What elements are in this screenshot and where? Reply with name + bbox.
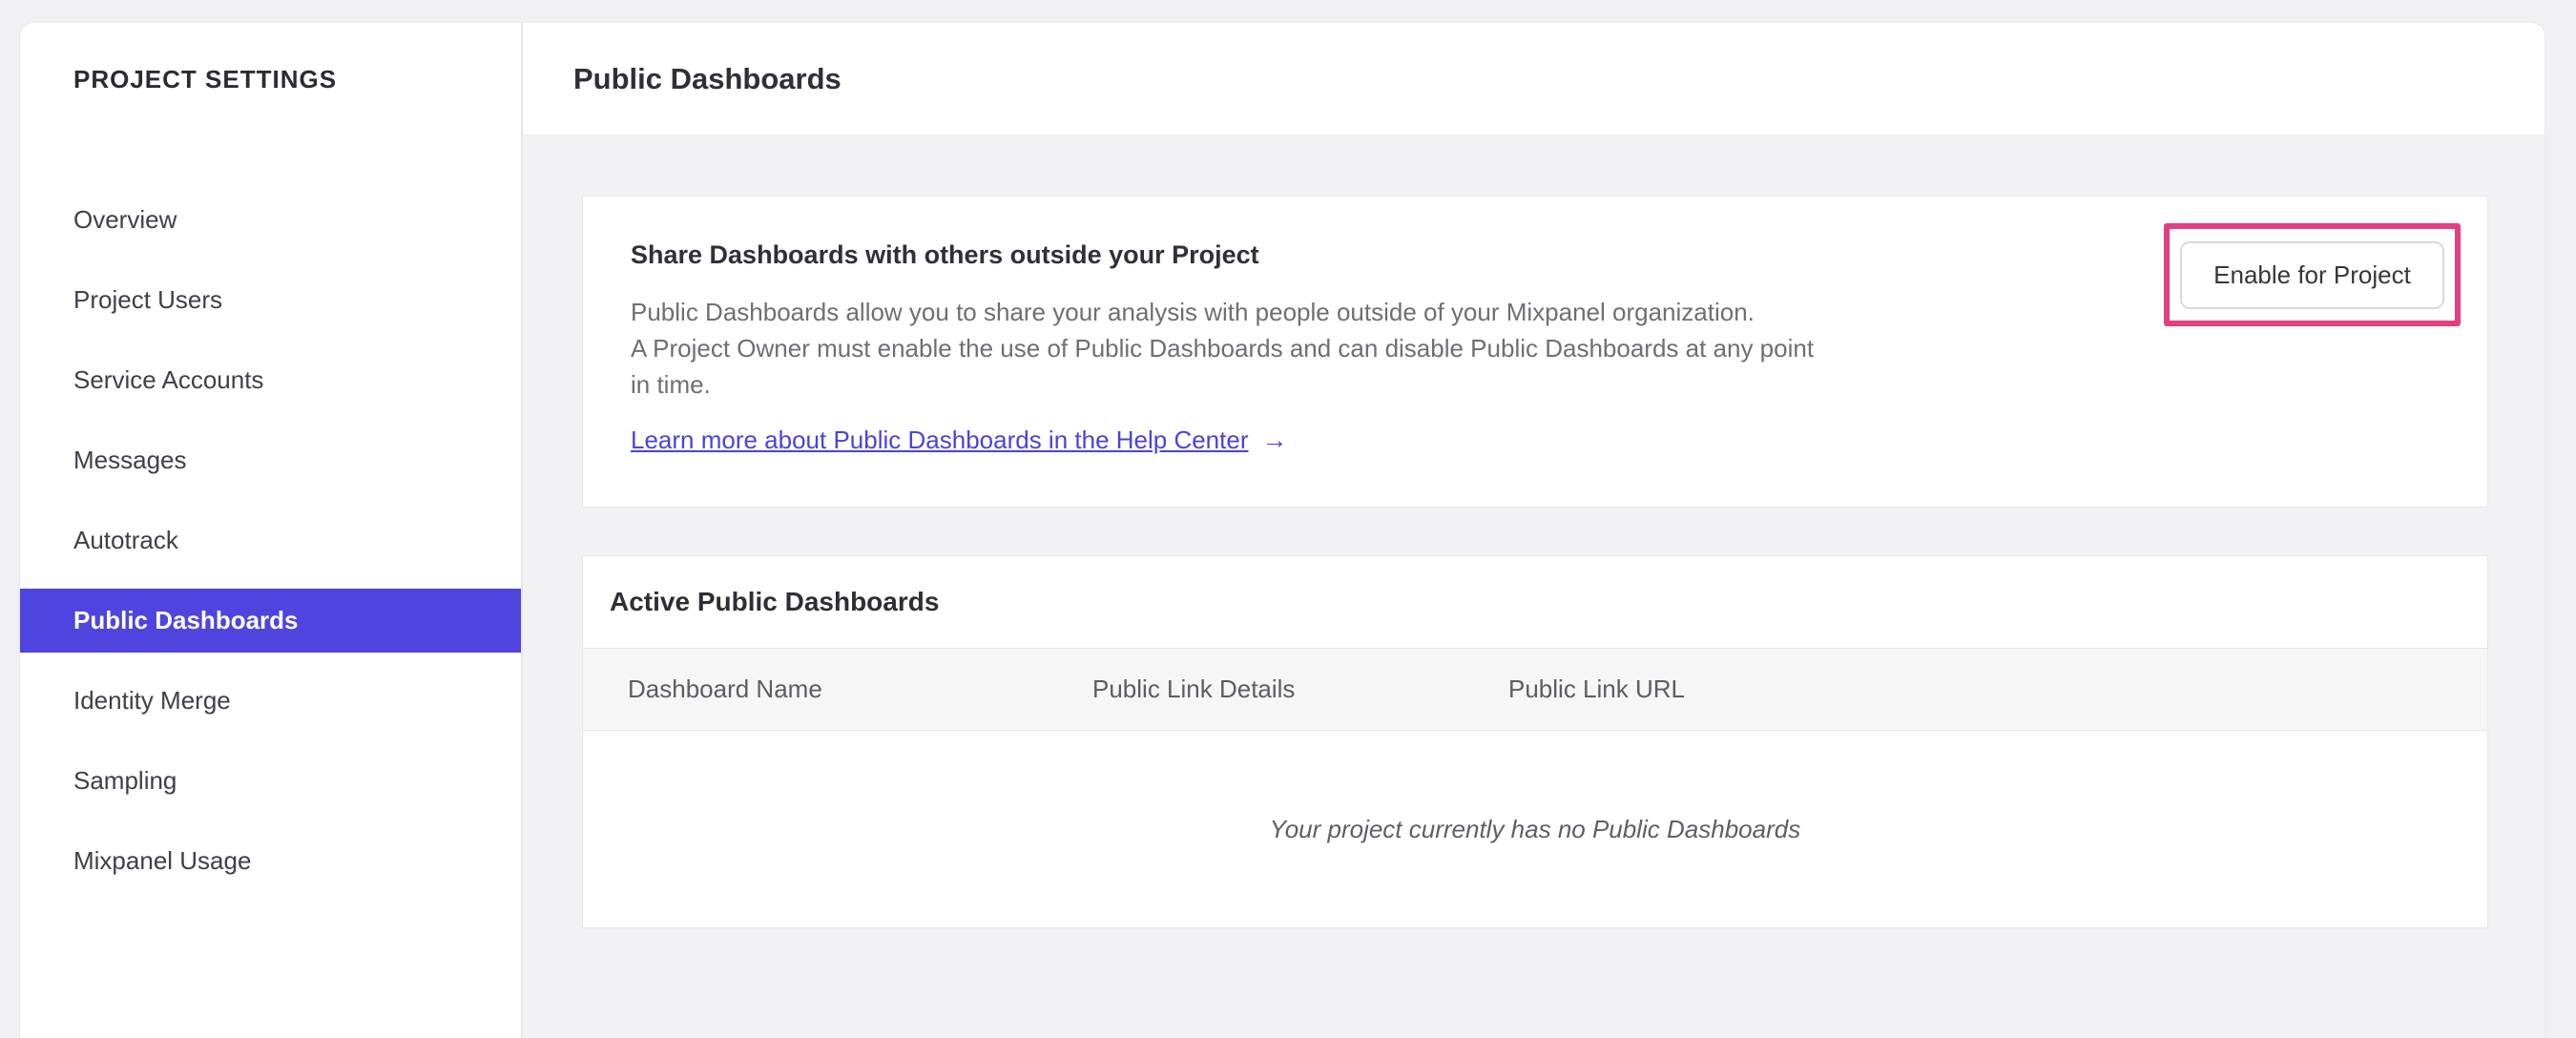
- share-dashboards-card: Share Dashboards with others outside you…: [582, 196, 2488, 508]
- main-body: Share Dashboards with others outside you…: [523, 135, 2545, 1038]
- sidebar-title: PROJECT SETTINGS: [73, 65, 338, 93]
- sidebar-item-overview[interactable]: Overview: [20, 188, 521, 252]
- settings-panel: PROJECT SETTINGS Overview Project Users …: [20, 23, 2545, 1038]
- help-center-link-row: Learn more about Public Dashboards in th…: [631, 426, 2144, 455]
- sidebar: PROJECT SETTINGS Overview Project Users …: [20, 23, 523, 1038]
- sidebar-item-public-dashboards[interactable]: Public Dashboards: [20, 589, 521, 653]
- main-area: Public Dashboards Share Dashboards with …: [523, 23, 2545, 1038]
- sidebar-item-sampling[interactable]: Sampling: [20, 749, 521, 813]
- empty-state: Your project currently has no Public Das…: [583, 731, 2487, 927]
- sidebar-item-autotrack[interactable]: Autotrack: [20, 509, 521, 572]
- column-header-public-link-url: Public Link URL: [1508, 675, 1685, 703]
- column-header-public-link-details: Public Link Details: [1092, 675, 1296, 703]
- page-title: Public Dashboards: [573, 61, 841, 95]
- annotation-highlight-box: Enable for Project: [2164, 223, 2461, 326]
- active-dashboards-heading: Active Public Dashboards: [610, 587, 940, 616]
- sidebar-item-service-accounts[interactable]: Service Accounts: [20, 348, 521, 412]
- sidebar-item-project-users[interactable]: Project Users: [20, 268, 521, 332]
- enable-for-project-button[interactable]: Enable for Project: [2180, 240, 2444, 309]
- description-line: A Project Owner must enable the use of P…: [631, 334, 1815, 363]
- page-header: Public Dashboards: [523, 23, 2545, 135]
- active-dashboards-card: Active Public Dashboards Dashboard Name …: [582, 555, 2488, 928]
- arrow-right-icon: →: [1261, 426, 1288, 454]
- sidebar-nav: Overview Project Users Service Accounts …: [20, 188, 521, 893]
- table-header-row: Dashboard Name Public Link Details Publi…: [583, 648, 2487, 731]
- share-card-description: Public Dashboards allow you to share you…: [631, 294, 2144, 403]
- empty-state-message: Your project currently has no Public Das…: [1269, 814, 1801, 843]
- column-header-dashboard-name: Dashboard Name: [628, 675, 822, 703]
- active-dashboards-card-header: Active Public Dashboards: [583, 556, 2487, 648]
- sidebar-item-messages[interactable]: Messages: [20, 428, 521, 492]
- sidebar-item-mixpanel-usage[interactable]: Mixpanel Usage: [20, 829, 521, 893]
- description-line: in time.: [631, 370, 711, 399]
- share-card-heading: Share Dashboards with others outside you…: [631, 240, 1259, 269]
- help-center-link[interactable]: Learn more about Public Dashboards in th…: [631, 426, 1249, 455]
- sidebar-item-identity-merge[interactable]: Identity Merge: [20, 669, 521, 733]
- description-line: Public Dashboards allow you to share you…: [631, 298, 1755, 326]
